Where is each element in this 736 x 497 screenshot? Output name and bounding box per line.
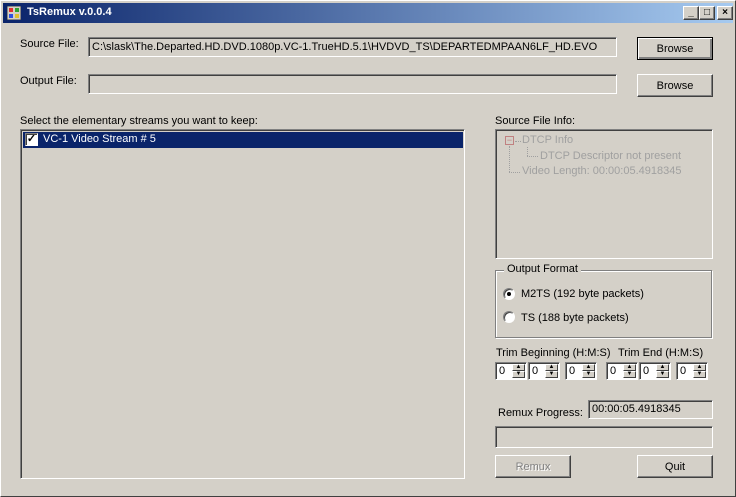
spin-down-icon[interactable]: ▼ [545, 371, 558, 378]
maximize-button[interactable]: □ [699, 6, 715, 20]
streams-label: Select the elementary streams you want t… [20, 115, 258, 127]
list-item[interactable]: ✓ VC-1 Video Stream # 5 [23, 132, 463, 148]
spin-up-icon[interactable]: ▲ [582, 364, 595, 371]
tree-node-dtcp-info[interactable]: DTCP Info [522, 134, 573, 146]
minimize-button[interactable]: _ [683, 6, 699, 20]
ts-radio[interactable] [503, 311, 515, 323]
stream-checkbox[interactable]: ✓ [25, 133, 38, 146]
spin-down-icon[interactable]: ▼ [512, 371, 525, 378]
stepper-value[interactable]: 0 [499, 365, 505, 377]
stepper-value[interactable]: 0 [643, 365, 649, 377]
trim-begin-hours-stepper[interactable]: 0 ▲ ▼ [495, 362, 527, 380]
output-browse-label: Browse [656, 79, 694, 92]
tree-connector [509, 172, 520, 173]
tree-node-video-length[interactable]: Video Length: 00:00:05.4918345 [522, 165, 681, 177]
spin-up-icon[interactable]: ▲ [545, 364, 558, 371]
stepper-value[interactable]: 0 [610, 365, 616, 377]
tree-node-dtcp-descriptor[interactable]: DTCP Descriptor not present [540, 150, 681, 162]
spin-up-icon[interactable]: ▲ [512, 364, 525, 371]
trim-end-label: Trim End (H:M:S) [618, 347, 704, 359]
output-format-group: Output Format [495, 263, 712, 338]
progress-time-field: 00:00:05.4918345 [588, 400, 713, 419]
app-icon [7, 6, 21, 20]
source-info-label: Source File Info: [495, 115, 576, 127]
spin-up-icon[interactable]: ▲ [623, 364, 636, 371]
streams-list[interactable]: ✓ VC-1 Video Stream # 5 [20, 129, 465, 479]
source-browse-label: Browse [656, 42, 694, 55]
remux-button-label: Remux [515, 460, 551, 473]
remux-progress-label: Remux Progress: [498, 407, 583, 419]
tree-connector [527, 147, 528, 156]
spin-up-icon[interactable]: ▲ [693, 364, 706, 371]
spin-down-icon[interactable]: ▼ [656, 371, 669, 378]
tree-connector [515, 141, 521, 142]
remux-progress-bar [495, 426, 713, 448]
m2ts-label[interactable]: M2TS (192 byte packets) [521, 288, 644, 300]
title-bar[interactable]: TsRemux v.0.0.4 _ □ × [3, 3, 733, 23]
output-file-input[interactable] [88, 74, 617, 94]
output-browse-button[interactable]: Browse [637, 74, 713, 97]
source-browse-button[interactable]: Browse [637, 37, 713, 60]
quit-button-label: Quit [664, 460, 686, 473]
spin-down-icon[interactable]: ▼ [693, 371, 706, 378]
trim-begin-label: Trim Beginning (H:M:S) [496, 347, 611, 359]
spin-up-icon[interactable]: ▲ [656, 364, 669, 371]
stream-label: VC-1 Video Stream # 5 [43, 133, 156, 145]
trim-end-seconds-stepper[interactable]: 0 ▲ ▼ [676, 362, 708, 380]
tree-connector [509, 146, 510, 172]
spin-down-icon[interactable]: ▼ [623, 371, 636, 378]
output-format-legend: Output Format [504, 263, 581, 275]
ts-label[interactable]: TS (188 byte packets) [521, 312, 629, 324]
tsremux-window: TsRemux v.0.0.4 _ □ × Source File: C:\sl… [0, 0, 736, 497]
spin-down-icon[interactable]: ▼ [582, 371, 595, 378]
close-button[interactable]: × [717, 6, 733, 20]
tree-connector [527, 156, 538, 157]
source-info-tree[interactable]: − DTCP Info DTCP Descriptor not present … [495, 129, 713, 259]
trim-begin-seconds-stepper[interactable]: 0 ▲ ▼ [565, 362, 597, 380]
stepper-value[interactable]: 0 [680, 365, 686, 377]
quit-button[interactable]: Quit [637, 455, 713, 478]
radio-dot [507, 292, 511, 296]
remux-button[interactable]: Remux [495, 455, 571, 478]
stepper-value[interactable]: 0 [532, 365, 538, 377]
m2ts-radio[interactable] [503, 288, 515, 300]
source-file-label: Source File: [20, 38, 79, 50]
trim-begin-minutes-stepper[interactable]: 0 ▲ ▼ [528, 362, 560, 380]
stepper-value[interactable]: 0 [569, 365, 575, 377]
expander-icon[interactable]: − [505, 136, 514, 145]
trim-end-hours-stepper[interactable]: 0 ▲ ▼ [606, 362, 638, 380]
trim-end-minutes-stepper[interactable]: 0 ▲ ▼ [639, 362, 671, 380]
source-file-input[interactable]: C:\slask\The.Departed.HD.DVD.1080p.VC-1.… [88, 37, 617, 57]
output-file-label: Output File: [20, 75, 77, 87]
window-title: TsRemux v.0.0.4 [27, 6, 112, 18]
